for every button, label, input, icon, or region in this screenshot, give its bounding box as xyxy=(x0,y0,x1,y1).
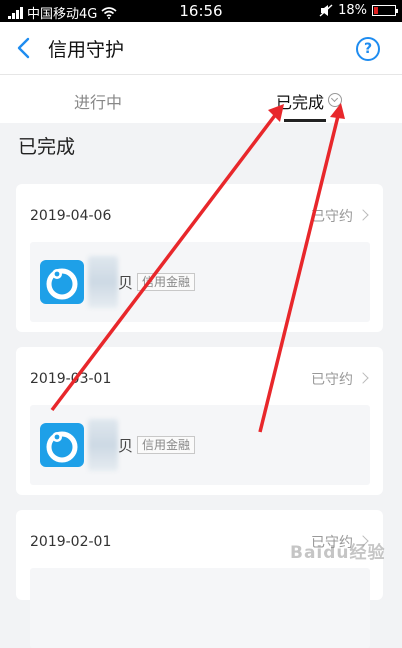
category-tag: 信用金融 xyxy=(137,436,196,454)
help-icon[interactable]: ? xyxy=(356,37,380,61)
record-date: 2019-04-06 xyxy=(30,208,112,224)
status-right: 18% xyxy=(319,3,398,18)
partial-app-name: 贝 xyxy=(118,274,134,292)
tab-bar: 进行中 已完成 xyxy=(0,75,402,123)
battery-icon xyxy=(372,5,398,16)
status-bar: 中国移动4G 16:56 18% xyxy=(0,0,402,22)
back-arrow-icon[interactable] xyxy=(12,34,38,62)
record-status: 已守约 xyxy=(311,209,353,225)
record-date: 2019-03-01 xyxy=(30,371,112,387)
battery-label: 18% xyxy=(338,3,367,18)
partial-app-name: 贝 xyxy=(118,437,134,455)
record-detail xyxy=(30,568,370,648)
record-card[interactable]: 2019-03-01 已守约 贝 信用金融 xyxy=(16,347,383,495)
chevron-right-icon xyxy=(357,372,369,384)
nav-bar: 信用守护 ? xyxy=(0,22,402,75)
section-title: 已完成 xyxy=(18,136,76,158)
record-date: 2019-02-01 xyxy=(30,534,112,550)
app-logo-icon xyxy=(40,423,84,467)
chevron-down-icon[interactable] xyxy=(328,93,343,107)
active-tab-indicator xyxy=(284,119,326,122)
blurred-app-name xyxy=(88,419,118,471)
category-tag: 信用金融 xyxy=(137,273,196,291)
record-detail: 贝 信用金融 xyxy=(30,405,370,485)
tab-completed-label: 已完成 xyxy=(276,93,325,112)
app-logo-icon xyxy=(40,260,84,304)
tab-completed[interactable]: 已完成 xyxy=(276,89,343,113)
record-detail: 贝 信用金融 xyxy=(30,242,370,322)
watermark: Baidu经验 xyxy=(290,543,386,563)
mute-icon xyxy=(319,4,333,17)
record-card[interactable]: 2019-04-06 已守约 贝 信用金融 xyxy=(16,184,383,332)
tab-ongoing[interactable]: 进行中 xyxy=(74,89,122,113)
chevron-right-icon xyxy=(357,209,369,221)
blurred-app-name xyxy=(88,256,118,308)
page-title: 信用守护 xyxy=(48,39,125,61)
record-status: 已守约 xyxy=(311,372,353,388)
